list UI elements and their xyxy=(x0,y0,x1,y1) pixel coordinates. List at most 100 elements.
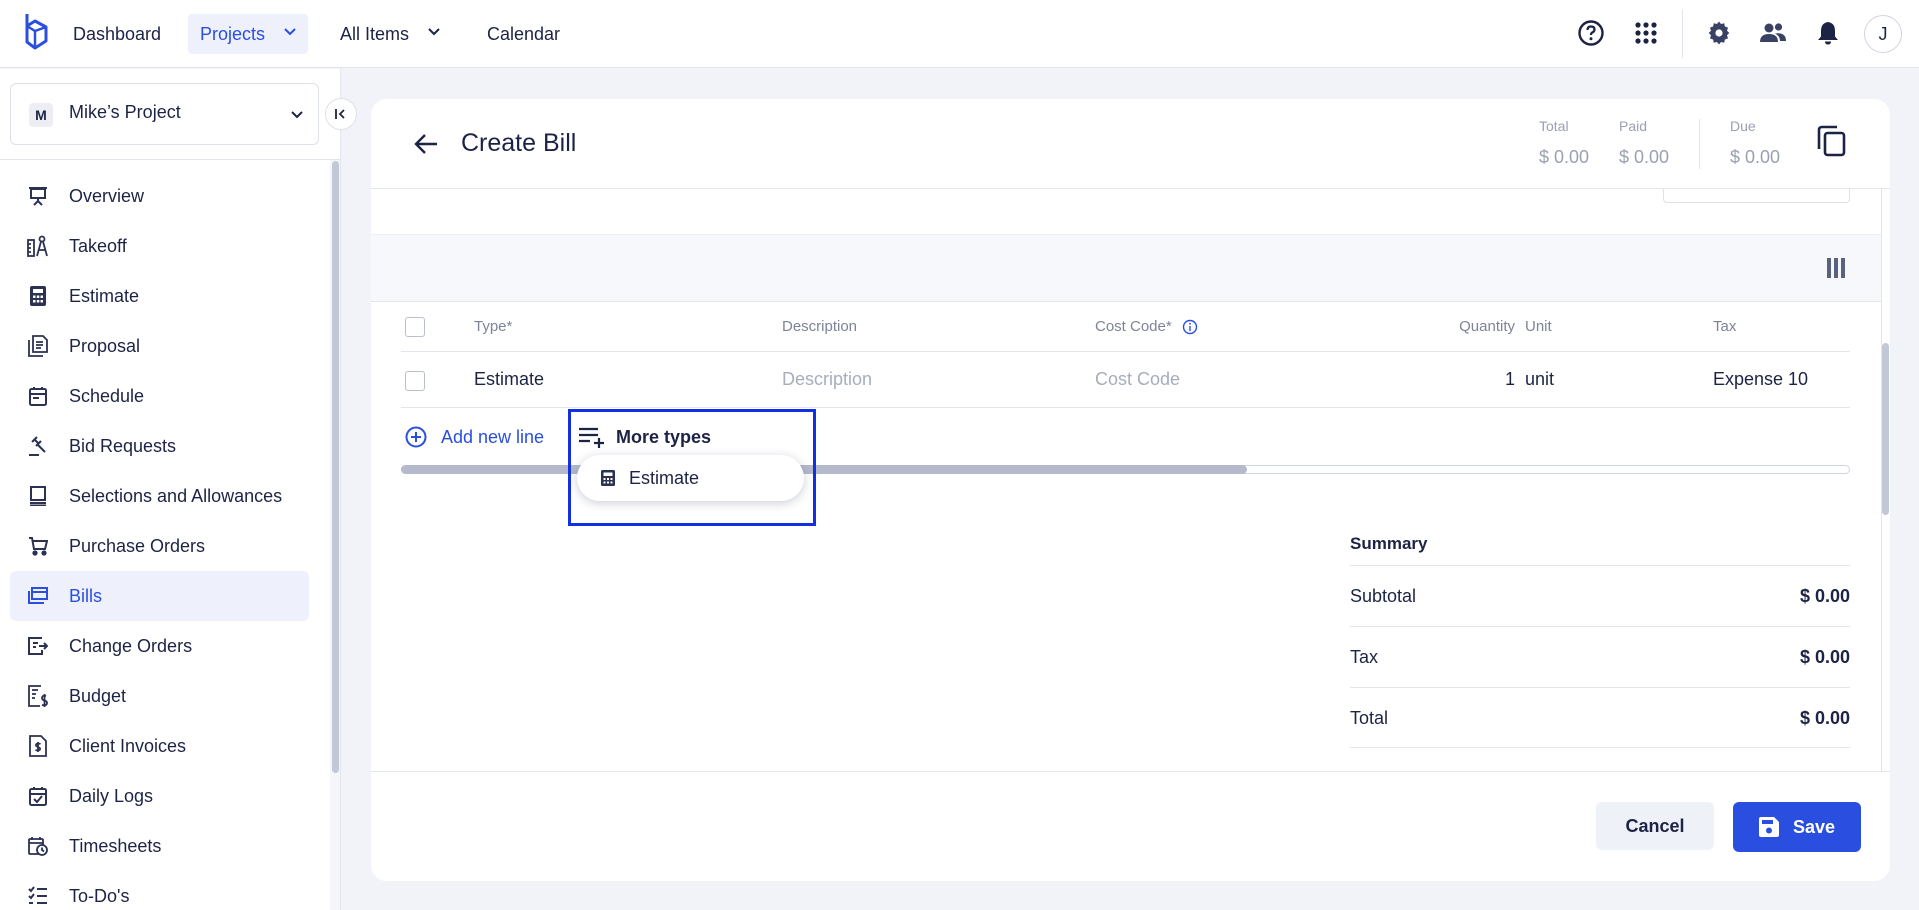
stat-due-label: Due xyxy=(1730,118,1756,134)
collapse-left-icon xyxy=(335,109,345,119)
settings-gear-icon[interactable] xyxy=(1702,16,1736,50)
bell-icon[interactable] xyxy=(1811,16,1845,50)
sidebar-item-overview[interactable]: Overview xyxy=(10,171,309,221)
sidebar-item-label: Timesheets xyxy=(69,835,162,856)
more-types-label: More types xyxy=(616,426,712,447)
select-all-checkbox[interactable] xyxy=(405,317,425,337)
user-avatar[interactable]: J xyxy=(1864,15,1902,53)
table-row[interactable]: Estimate Description Cost Code 1 unit Ex… xyxy=(401,352,1850,408)
sidebar-item-label: Takeoff xyxy=(69,235,127,256)
collapse-sidebar-button[interactable] xyxy=(325,98,357,130)
calendar-icon xyxy=(27,385,49,407)
card-header: Create Bill Total $ 0.00 Paid $ 0.00 Due… xyxy=(371,99,1890,189)
row-description-input[interactable]: Description xyxy=(782,369,872,390)
sidebar-item-label: Bills xyxy=(69,585,103,606)
top-nav-separator xyxy=(1682,10,1683,58)
cancel-button[interactable]: Cancel xyxy=(1596,802,1714,850)
copy-icon xyxy=(1817,125,1846,157)
column-header-cost-code-label: Cost Code* xyxy=(1095,318,1172,335)
sidebar-item-selections-and-allowances[interactable]: Selections and Allowances xyxy=(10,471,309,521)
save-disk-icon xyxy=(1758,817,1779,837)
columns-settings-button[interactable] xyxy=(1824,256,1848,280)
sidebar-item-to-dos[interactable]: To-Do's xyxy=(10,871,309,910)
dropdown-item-label: Estimate xyxy=(629,467,700,488)
sidebar-item-budget[interactable]: Budget xyxy=(10,671,309,721)
stat-total-label: Total xyxy=(1539,118,1569,134)
sidebar-divider xyxy=(0,159,341,160)
cart-icon xyxy=(27,535,49,557)
calendar-check-icon xyxy=(27,785,49,807)
stat-due-value: $ 0.00 xyxy=(1730,147,1781,167)
sidebar-item-estimate[interactable]: Estimate xyxy=(10,271,309,321)
sidebar-item-label: Daily Logs xyxy=(69,785,154,806)
nav-all-items[interactable]: All Items xyxy=(328,14,452,54)
arrow-left-icon xyxy=(414,134,437,154)
sidebar-item-change-orders[interactable]: Change Orders xyxy=(10,621,309,671)
more-types-button[interactable]: More types xyxy=(578,424,711,450)
nav-projects[interactable]: Projects xyxy=(188,14,309,54)
info-icon[interactable] xyxy=(1182,319,1198,335)
copy-button[interactable] xyxy=(1817,125,1851,161)
partial-input-field[interactable] xyxy=(1663,189,1850,203)
add-circle-icon xyxy=(405,426,427,448)
summary-divider xyxy=(1350,747,1850,748)
sidebar-item-label: Selections and Allowances xyxy=(69,485,283,506)
nav-all-items-label: All Items xyxy=(340,24,410,44)
nav-calendar[interactable]: Calendar xyxy=(475,14,572,54)
buildern-logo[interactable] xyxy=(20,12,50,54)
card-vertical-scrollbar-thumb[interactable] xyxy=(1882,343,1889,515)
row-tax-cell[interactable]: Expense 10 xyxy=(1713,369,1808,390)
page-title: Create Bill xyxy=(461,129,577,157)
summary-value: $ 0.00 xyxy=(1799,586,1850,606)
summary-value: $ 0.00 xyxy=(1799,647,1850,667)
table-horizontal-scrollbar-thumb[interactable] xyxy=(401,465,1247,474)
sidebar-item-daily-logs[interactable]: Daily Logs xyxy=(10,771,309,821)
timesheet-clock-icon xyxy=(27,835,49,857)
sidebar-item-label: To-Do's xyxy=(69,885,130,906)
sidebar-item-label: Budget xyxy=(69,685,127,706)
sidebar-item-takeoff[interactable]: Takeoff xyxy=(10,221,309,271)
top-navigation-bar: Dashboard Projects All Items Calendar J xyxy=(0,0,1919,68)
row-quantity-input[interactable]: 1 xyxy=(1428,369,1515,390)
sidebar-item-label: Purchase Orders xyxy=(69,535,206,556)
row-checkbox[interactable] xyxy=(405,371,425,391)
column-header-description: Description xyxy=(782,318,858,335)
sidebar: M Mike’s Project Overview Takeoff Estima… xyxy=(0,69,341,910)
column-header-type: Type* xyxy=(474,318,513,335)
sidebar-scrollbar-thumb[interactable] xyxy=(332,161,339,773)
playlist-add-icon xyxy=(579,427,604,448)
budget-icon xyxy=(27,685,49,707)
stat-paid-label: Paid xyxy=(1619,118,1648,134)
column-header-quantity: Quantity xyxy=(1459,318,1515,335)
column-header-unit: Unit xyxy=(1525,318,1552,335)
table-header-row: Type* Description Cost Code* Quantity Un… xyxy=(401,302,1850,352)
apps-grid-icon[interactable] xyxy=(1629,16,1663,50)
columns-icon xyxy=(1827,258,1845,278)
sidebar-item-bills[interactable]: Bills xyxy=(10,571,309,621)
people-icon[interactable] xyxy=(1756,16,1790,50)
sidebar-item-proposal[interactable]: Proposal xyxy=(10,321,309,371)
row-type-cell[interactable]: Estimate xyxy=(474,369,544,390)
proposal-document-icon xyxy=(27,335,49,357)
project-selector[interactable]: M Mike’s Project xyxy=(10,83,319,145)
selections-icon xyxy=(27,485,49,507)
help-circle-icon[interactable] xyxy=(1574,16,1608,50)
row-unit-cell[interactable]: unit xyxy=(1525,369,1554,390)
sidebar-item-schedule[interactable]: Schedule xyxy=(10,371,309,421)
summary-row-tax: Tax $ 0.00 xyxy=(1350,626,1850,687)
sidebar-item-purchase-orders[interactable]: Purchase Orders xyxy=(10,521,309,571)
save-button[interactable]: Save xyxy=(1733,802,1861,852)
invoice-dollar-icon xyxy=(27,735,49,757)
gavel-icon xyxy=(27,435,49,457)
row-cost-code-input[interactable]: Cost Code xyxy=(1095,369,1180,390)
more-types-dropdown-item-estimate[interactable]: Estimate xyxy=(577,455,804,501)
sidebar-item-timesheets[interactable]: Timesheets xyxy=(10,821,309,871)
add-new-line-button[interactable]: Add new line xyxy=(405,425,544,449)
back-button[interactable] xyxy=(411,129,441,159)
chevron-down-icon xyxy=(428,28,440,36)
calculator-icon xyxy=(27,285,49,307)
sidebar-item-label: Change Orders xyxy=(69,635,193,656)
nav-dashboard[interactable]: Dashboard xyxy=(61,14,173,54)
sidebar-item-bid-requests[interactable]: Bid Requests xyxy=(10,421,309,471)
sidebar-item-client-invoices[interactable]: Client Invoices xyxy=(10,721,309,771)
